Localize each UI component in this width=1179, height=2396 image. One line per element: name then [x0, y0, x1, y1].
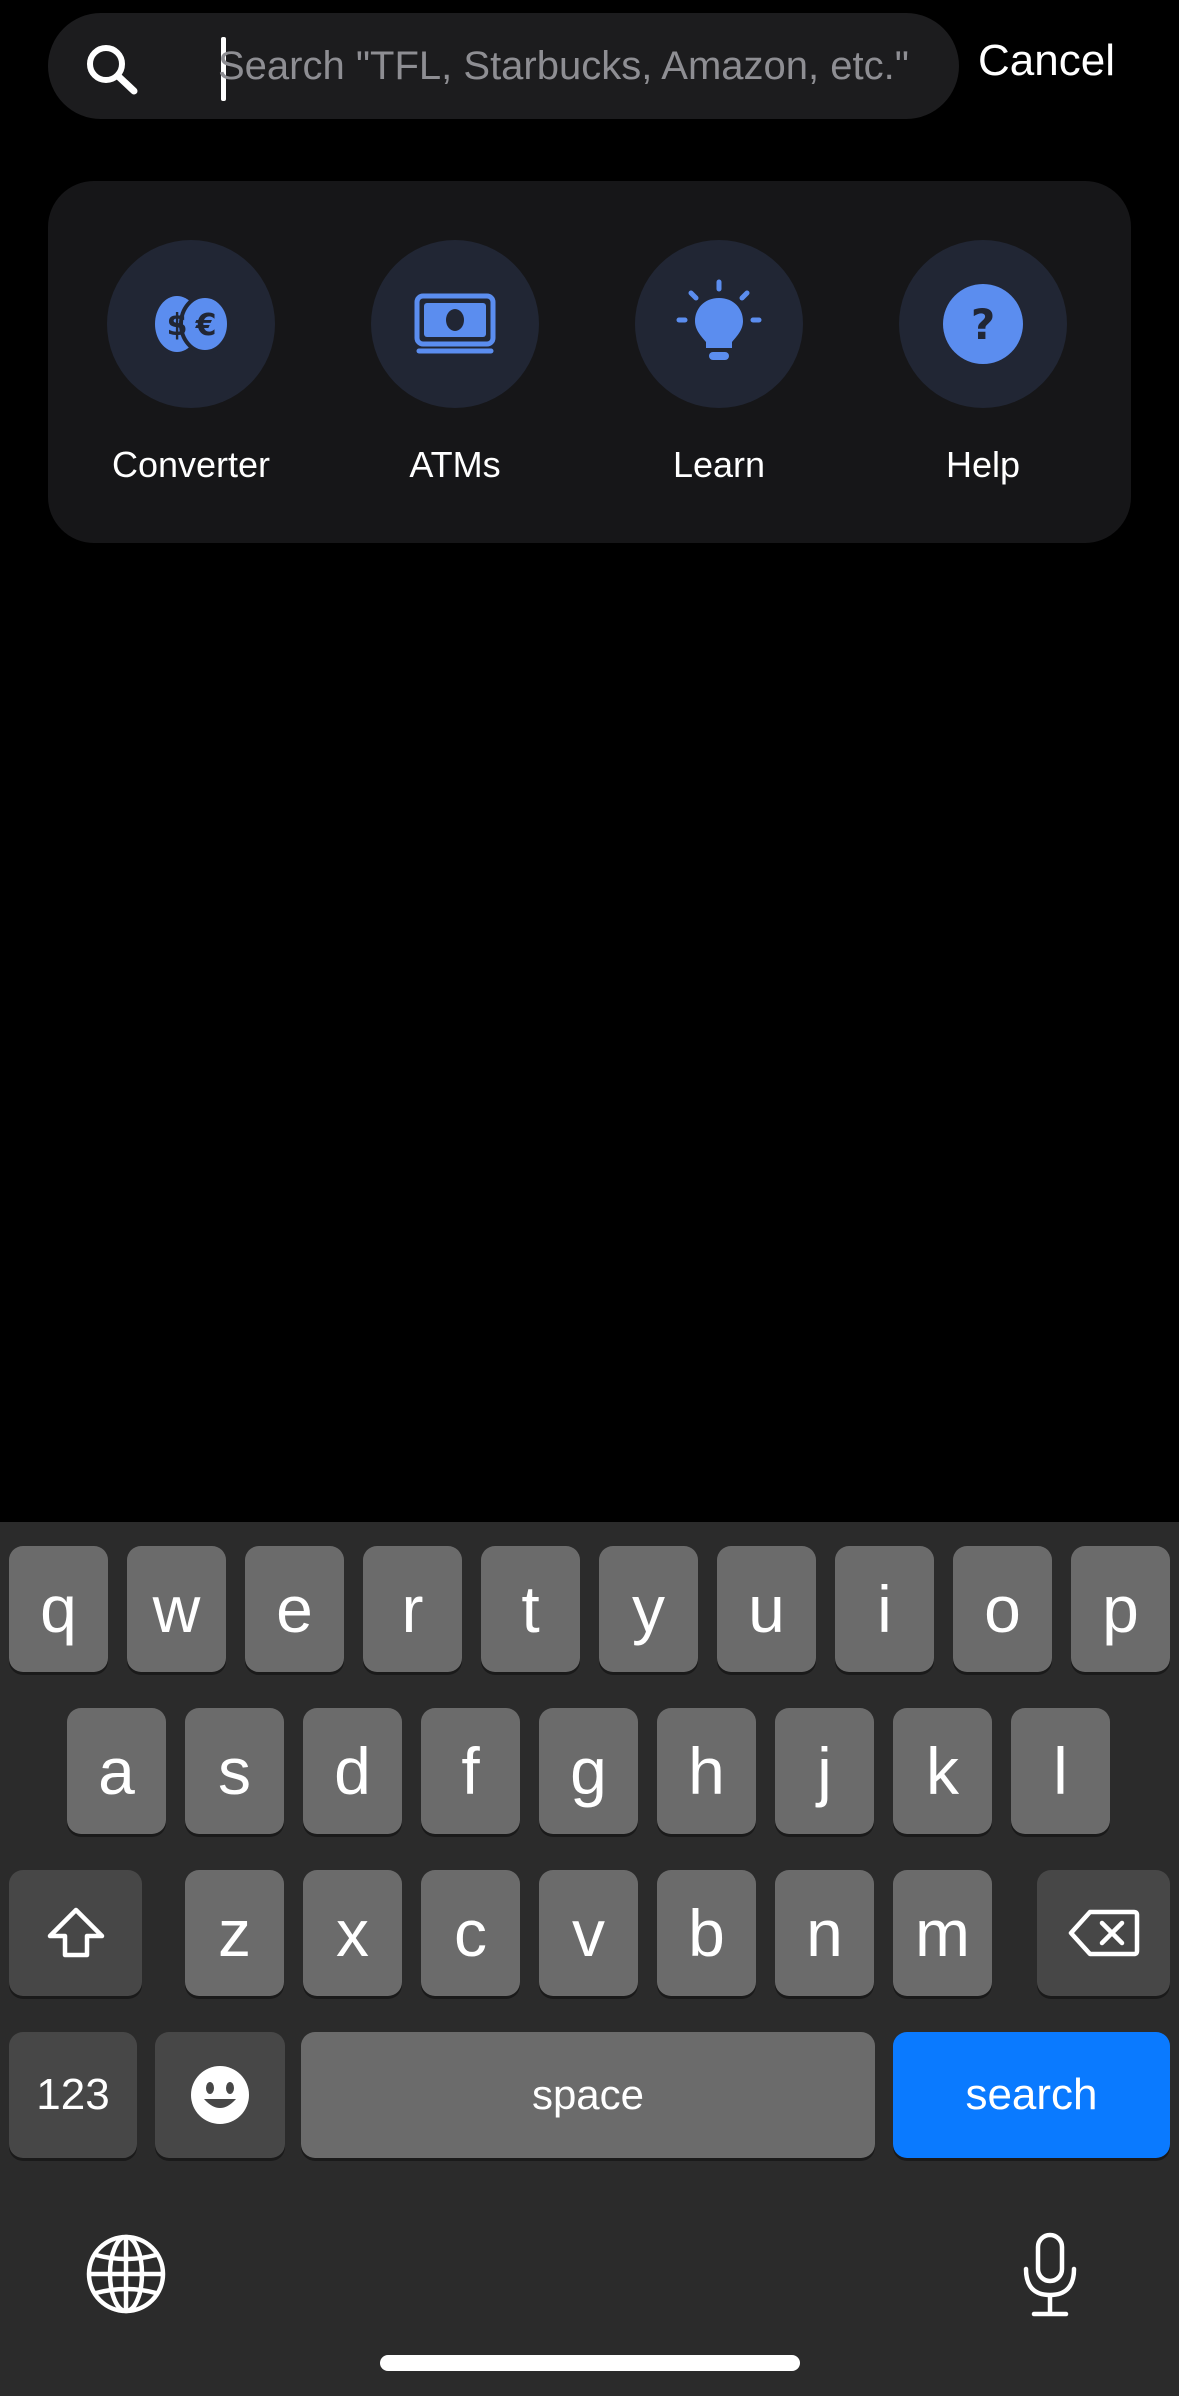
key-t[interactable]: t [481, 1546, 580, 1672]
home-indicator[interactable] [380, 2355, 800, 2371]
search-input[interactable] [218, 31, 938, 101]
learn-action[interactable]: Learn [604, 240, 834, 486]
learn-icon-circle [635, 240, 803, 408]
microphone-icon[interactable] [1018, 2231, 1082, 2319]
search-bar[interactable] [48, 13, 959, 119]
lightbulb-icon [676, 279, 762, 360]
key-x[interactable]: x [303, 1870, 402, 1996]
question-mark-icon: ? [943, 284, 1023, 364]
key-m[interactable]: m [893, 1870, 992, 1996]
delete-key[interactable] [1037, 1870, 1170, 1996]
backspace-icon [1068, 1909, 1139, 1957]
key-c[interactable]: c [421, 1870, 520, 1996]
key-z[interactable]: z [185, 1870, 284, 1996]
key-i[interactable]: i [835, 1546, 934, 1672]
converter-label: Converter [111, 444, 271, 485]
quick-actions-card: $ € Converter ATMs Learn ? Help [48, 181, 1131, 543]
currency-exchange-icon: $ € [155, 294, 231, 354]
keyboard: q w e r t y u i o p a s d f g h j k l z … [0, 1522, 1179, 2396]
key-k[interactable]: k [893, 1708, 992, 1834]
emoji-icon [191, 2066, 249, 2124]
atms-label: ATMs [409, 444, 501, 485]
screen: Cancel $ € Converter [0, 0, 1179, 2396]
svg-text:€: € [195, 308, 217, 343]
help-icon-circle: ? [899, 240, 1067, 408]
key-e[interactable]: e [245, 1546, 344, 1672]
shift-icon [47, 1907, 104, 1958]
learn-label: Learn [672, 444, 766, 485]
key-b[interactable]: b [657, 1870, 756, 1996]
key-q[interactable]: q [9, 1546, 108, 1672]
converter-action[interactable]: $ € Converter [76, 240, 306, 486]
svg-text:$: $ [167, 308, 188, 343]
search-icon [87, 45, 138, 95]
key-d[interactable]: d [303, 1708, 402, 1834]
key-v[interactable]: v [539, 1870, 638, 1996]
cash-icon [414, 293, 496, 354]
globe-icon[interactable] [85, 2233, 167, 2315]
cancel-button[interactable]: Cancel [978, 36, 1115, 86]
atms-icon-circle [371, 240, 539, 408]
key-p[interactable]: p [1071, 1546, 1170, 1672]
key-h[interactable]: h [657, 1708, 756, 1834]
numbers-key[interactable]: 123 [9, 2032, 137, 2158]
key-l[interactable]: l [1011, 1708, 1110, 1834]
key-n[interactable]: n [775, 1870, 874, 1996]
converter-icon-circle: $ € [107, 240, 275, 408]
shift-key[interactable] [9, 1870, 142, 1996]
help-action[interactable]: ? Help [868, 240, 1098, 486]
key-g[interactable]: g [539, 1708, 638, 1834]
search-key[interactable]: search [893, 2032, 1170, 2158]
key-s[interactable]: s [185, 1708, 284, 1834]
key-y[interactable]: y [599, 1546, 698, 1672]
key-r[interactable]: r [363, 1546, 462, 1672]
key-f[interactable]: f [421, 1708, 520, 1834]
key-u[interactable]: u [717, 1546, 816, 1672]
key-j[interactable]: j [775, 1708, 874, 1834]
help-label: Help [945, 444, 1021, 485]
key-o[interactable]: o [953, 1546, 1052, 1672]
svg-text:?: ? [971, 300, 995, 349]
key-w[interactable]: w [127, 1546, 226, 1672]
space-key[interactable]: space [301, 2032, 875, 2158]
emoji-key[interactable] [155, 2032, 285, 2158]
atms-action[interactable]: ATMs [340, 240, 570, 486]
key-a[interactable]: a [67, 1708, 166, 1834]
